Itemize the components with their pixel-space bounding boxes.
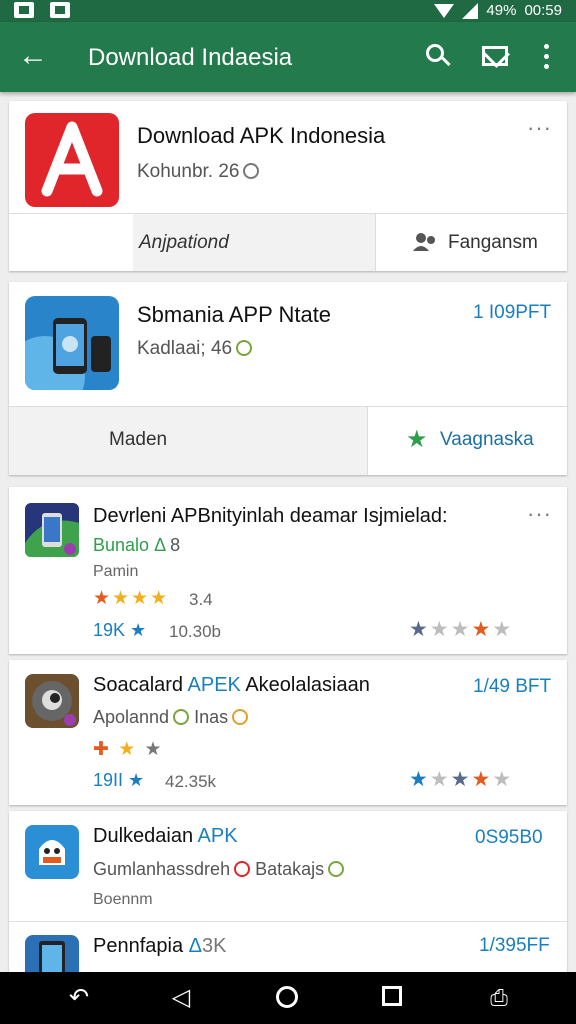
- notification-icon: [14, 2, 34, 18]
- app-icon: [25, 296, 119, 390]
- home-icon[interactable]: [276, 986, 298, 1008]
- coin-icon: [328, 861, 345, 877]
- download-count: 19K ★: [93, 620, 147, 640]
- more-vert-icon[interactable]: [540, 42, 570, 72]
- action-left[interactable]: Maden: [9, 407, 367, 475]
- mail-icon[interactable]: [481, 42, 511, 72]
- app-name: Devrleni APBnityinlah deamar Isjmielad:: [93, 505, 448, 527]
- coin-icon: [236, 340, 253, 356]
- triangle-icon: Δ: [188, 935, 202, 957]
- back-triangle-icon[interactable]: ◁: [168, 986, 194, 1010]
- coin-icon: [243, 163, 260, 179]
- notification-icon: [50, 2, 70, 18]
- wifi-icon: [434, 3, 455, 18]
- system-nav-bar: ↶ ◁ ⎙: [0, 972, 576, 1024]
- page-title: Download Indaesia: [88, 44, 293, 71]
- overflow-menu-icon[interactable]: ···: [527, 503, 552, 525]
- app-icon: [25, 113, 119, 207]
- signal-icon: [462, 2, 479, 19]
- clock: 00:59: [524, 2, 562, 19]
- search-icon[interactable]: [424, 42, 454, 72]
- app-card[interactable]: Dulkedaian APK 0S95B0 Gumlanhassdreh Bat…: [9, 811, 567, 975]
- app-subtitle: Bunalo Δ 8: [93, 535, 181, 555]
- price-label: 1 I09PFT: [473, 302, 552, 323]
- action-left[interactable]: Anjpationd: [133, 214, 375, 271]
- app-card[interactable]: Soacalard APEK Akeolalasiaan 1/49 BFT Ap…: [9, 660, 567, 805]
- download-count: 19II ★: [93, 770, 145, 790]
- app-card[interactable]: Sbmania APP Ntate 1 I09PFT Kadlaai; 46 M…: [9, 282, 567, 475]
- app-icon: [25, 503, 79, 557]
- rating-value: 3.4: [189, 590, 213, 609]
- size-label: 10.30b: [169, 622, 221, 641]
- back-gesture-icon[interactable]: ↶: [66, 986, 92, 1010]
- app-subtitle: Kadlaai; 46: [137, 338, 253, 360]
- triangle-icon: Δ: [154, 535, 166, 555]
- app-name: Sbmania APP Ntate: [137, 302, 332, 327]
- user-rating-stars[interactable]: ★★★★★: [409, 767, 513, 792]
- status-bar: 49% 00:59: [0, 0, 576, 22]
- app-name: Dulkedaian APK: [93, 825, 238, 847]
- action-right[interactable]: ★ Vaagnaska: [367, 407, 567, 475]
- size-label: 42.35k: [165, 772, 217, 791]
- rotate-icon[interactable]: ⎙: [486, 986, 512, 1010]
- star-icon: ★: [128, 770, 145, 790]
- app-subtitle: Apolannd Inas: [93, 707, 249, 728]
- coin-icon: [173, 709, 190, 725]
- coin-icon: [234, 861, 251, 877]
- star-icon: ★: [406, 426, 428, 453]
- app-subtitle: Kohunbr. 26: [137, 161, 260, 183]
- coin-icon: [232, 709, 249, 725]
- app-icon: [25, 935, 79, 975]
- action-right[interactable]: Fangansm: [375, 214, 567, 271]
- category-label: Pamin: [93, 563, 139, 580]
- app-card[interactable]: Devrleni APBnityinlah deamar Isjmielad: …: [9, 487, 567, 654]
- app-name: Pennfapia Δ3K: [93, 935, 227, 957]
- recents-icon[interactable]: [382, 986, 402, 1006]
- app-name: Download APK Indonesia: [137, 123, 386, 148]
- app-name: Soacalard APEK Akeolalasiaan: [93, 674, 370, 696]
- app-icon: [25, 825, 79, 879]
- price-label: 1/395FF: [479, 935, 550, 956]
- person-icon: [412, 232, 438, 252]
- back-arrow-icon[interactable]: ←: [18, 41, 48, 72]
- rating-stars: ✚ ★ ★: [93, 739, 164, 760]
- star-icon: ★: [130, 620, 147, 640]
- app-card[interactable]: Download APK Indonesia Kohunbr. 26 ··· A…: [9, 101, 567, 271]
- rating-stars: ★★★★: [93, 588, 170, 609]
- overflow-menu-icon[interactable]: ···: [527, 117, 552, 139]
- user-rating-stars[interactable]: ★★★★★: [409, 617, 513, 642]
- category-label: Boennm: [93, 891, 153, 908]
- app-icon: [25, 674, 79, 728]
- app-subtitle: Gumlanhassdreh Batakajs: [93, 859, 345, 880]
- app-bar: ← Download Indaesia: [0, 22, 576, 92]
- price-label: 1/49 BFT: [473, 676, 552, 697]
- price-label: 0S95B0: [475, 827, 543, 848]
- battery-level: 49%: [486, 2, 517, 19]
